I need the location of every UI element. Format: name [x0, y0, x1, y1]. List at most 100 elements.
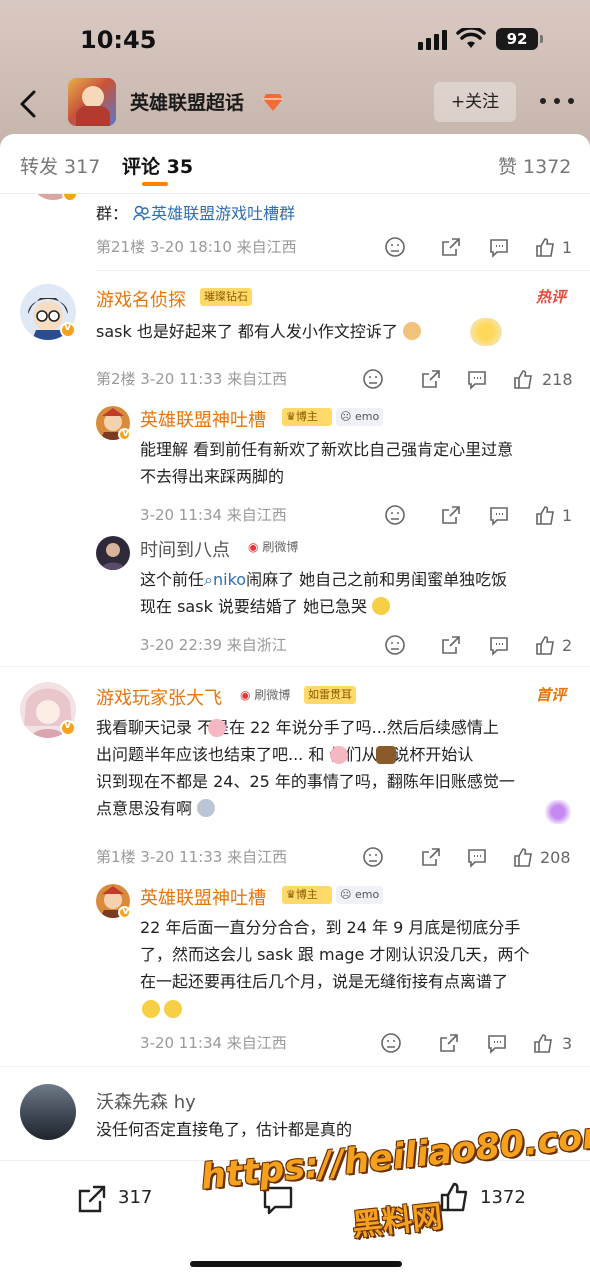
dislike-face-icon[interactable]: [380, 1032, 402, 1054]
reply-actions: 2: [384, 634, 584, 658]
reply-username[interactable]: 英雄联盟神吐槽: [140, 406, 266, 432]
divider: [0, 666, 590, 667]
avatar[interactable]: [96, 536, 130, 570]
like-icon[interactable]: [534, 634, 556, 656]
tab-likes[interactable]: 赞 1372: [498, 152, 571, 179]
husky-emoji-icon: [197, 799, 216, 817]
dislike-face-icon[interactable]: [362, 368, 384, 390]
reply-icon[interactable]: [488, 504, 510, 526]
battery-indicator: 92: [496, 28, 543, 50]
reply-username[interactable]: 英雄联盟神吐槽: [140, 884, 266, 910]
like-icon[interactable]: [534, 236, 556, 258]
purple-diamond-icon: [544, 800, 572, 824]
client-tag: ◉ 刷微博: [240, 688, 291, 702]
reply-meta: 3-20 11:34 来自江西: [140, 1034, 287, 1052]
like-count: 1: [562, 506, 573, 525]
share-icon[interactable]: [420, 846, 442, 868]
like-count: 1372: [480, 1187, 526, 1208]
dislike-face-icon[interactable]: [384, 504, 406, 526]
reply-meta: 3-20 11:34 来自江西: [140, 506, 287, 524]
group-link[interactable]: 英雄联盟游戏吐槽群: [151, 204, 295, 223]
like-icon[interactable]: [534, 504, 556, 526]
search-icon: ⌕: [204, 570, 213, 589]
comment-actions: 1: [384, 236, 584, 260]
share-icon[interactable]: [440, 236, 462, 258]
divider: [96, 270, 590, 271]
blogger-badge: ♛博主: [282, 408, 332, 426]
status-bar: 10:45 92: [0, 0, 590, 80]
tab-comments[interactable]: 评论 35: [122, 152, 193, 179]
comment-text-line4: 点意思没有啊: [96, 795, 216, 822]
reply-actions: 3: [380, 1032, 586, 1056]
reply-text-line1: 这个前任⌕niko闹麻了 她自己之前和男闺蜜单独吃饭: [140, 570, 508, 589]
home-indicator[interactable]: [190, 1261, 402, 1267]
sad-face-icon: ☹: [340, 888, 352, 901]
reply-icon[interactable]: [488, 634, 510, 656]
comment-text-line2: 出问题半年应该也结束了吧... 和 他们从解说杯开始认: [96, 745, 474, 764]
like-icon[interactable]: [512, 846, 534, 868]
share-icon[interactable]: [440, 504, 462, 526]
follow-button[interactable]: +关注: [434, 82, 516, 122]
back-arrow-icon[interactable]: [14, 86, 44, 122]
nav-bar: 英雄联盟超话 +关注: [0, 78, 590, 130]
cry-laugh-emoji-icon: [372, 597, 391, 615]
reply-icon[interactable]: [488, 236, 510, 258]
group-icon: [133, 205, 151, 221]
blogger-badge: ♛博主: [282, 886, 332, 904]
comments-sheet: 转发 317 评论 35 赞 1372 群： 英雄联盟游戏吐槽群 第21楼 3-…: [0, 134, 590, 1280]
topic-thumbnail[interactable]: [68, 78, 116, 126]
more-options-icon[interactable]: [540, 90, 574, 110]
repost-icon[interactable]: [76, 1183, 108, 1215]
signal-icon: [418, 30, 448, 50]
horse-emoji-icon: [376, 746, 396, 764]
dislike-face-icon[interactable]: [384, 236, 406, 258]
tab-repost[interactable]: 转发 317: [20, 152, 100, 179]
sad-face-icon: ☹: [340, 410, 352, 423]
dislike-face-icon[interactable]: [362, 846, 384, 868]
comment-username[interactable]: 游戏名侦探: [96, 286, 186, 312]
tab-active-indicator: [142, 182, 168, 186]
level-badge-text: 璀璨钻石: [204, 290, 248, 303]
pig-emoji-icon: [330, 746, 348, 764]
dislike-face-icon[interactable]: [384, 634, 406, 656]
glasses-emoji-icon: [142, 1000, 184, 1018]
reply-text-line2: 了，然而这会儿 sask 跟 mage 才刚认识没几天，两个: [140, 945, 530, 964]
reply-icon[interactable]: [486, 1032, 508, 1054]
like-count: 2: [562, 636, 573, 655]
client-tag: ◉ 刷微博: [248, 540, 299, 554]
divider: [0, 1066, 590, 1067]
first-comment-tag: 首评: [536, 686, 567, 704]
reply-text-line2: 不去得出来踩两脚的: [140, 467, 285, 486]
share-icon[interactable]: [420, 368, 442, 390]
share-icon[interactable]: [440, 634, 462, 656]
like-count: 3: [562, 1034, 573, 1053]
search-link[interactable]: ⌕niko: [204, 570, 246, 589]
diamond-badge-icon: [263, 94, 283, 111]
verified-badge-icon: [118, 426, 131, 441]
reply-icon[interactable]: [466, 846, 488, 868]
comment-text-line1: 我看聊天记录 不是在 22 年说分手了吗...然后后续感情上: [96, 718, 499, 737]
like-icon[interactable]: [532, 1032, 554, 1054]
comment-username[interactable]: 沃森先森 hy: [96, 1088, 196, 1114]
like-icon[interactable]: [512, 368, 534, 390]
comment-feed[interactable]: 群： 英雄联盟游戏吐槽群 第21楼 3-20 18:10 来自江西 1: [0, 194, 590, 1160]
watermark-name: 黑料网: [350, 1199, 444, 1244]
avatar[interactable]: [20, 1084, 76, 1140]
share-icon[interactable]: [438, 1032, 460, 1054]
comment-text: sask 也是好起来了 都有人发小作文控诉了: [96, 318, 422, 345]
like-icon[interactable]: [438, 1181, 470, 1213]
comment-actions: 208: [362, 846, 586, 870]
comment-username[interactable]: 游戏玩家张大飞: [96, 684, 222, 710]
comment-text: 没任何否定直接龟了，估计都是真的: [96, 1120, 353, 1139]
verified-badge-icon: [60, 320, 76, 338]
comment-meta: 第1楼 3-20 11:33 来自江西: [96, 848, 288, 866]
avatar-illustration: [101, 543, 125, 570]
reply-icon[interactable]: [466, 368, 488, 390]
crown-icon: ♛: [286, 888, 296, 901]
reply-meta: 3-20 22:39 来自浙江: [140, 636, 287, 654]
reply-text-line1: 22 年后面一直分分合合，到 24 年 9 月底是彻底分手: [140, 918, 521, 937]
reply-text-line3: 在一起还要再往后几个月，说是无缝衔接有点离谱了: [140, 972, 509, 991]
topic-title[interactable]: 英雄联盟超话: [130, 88, 244, 115]
reply-username[interactable]: 时间到八点: [140, 536, 230, 562]
comment-text-line3: 识到现在不都是 24、25 年的事情了吗，翻陈年旧账感觉一: [96, 772, 515, 791]
